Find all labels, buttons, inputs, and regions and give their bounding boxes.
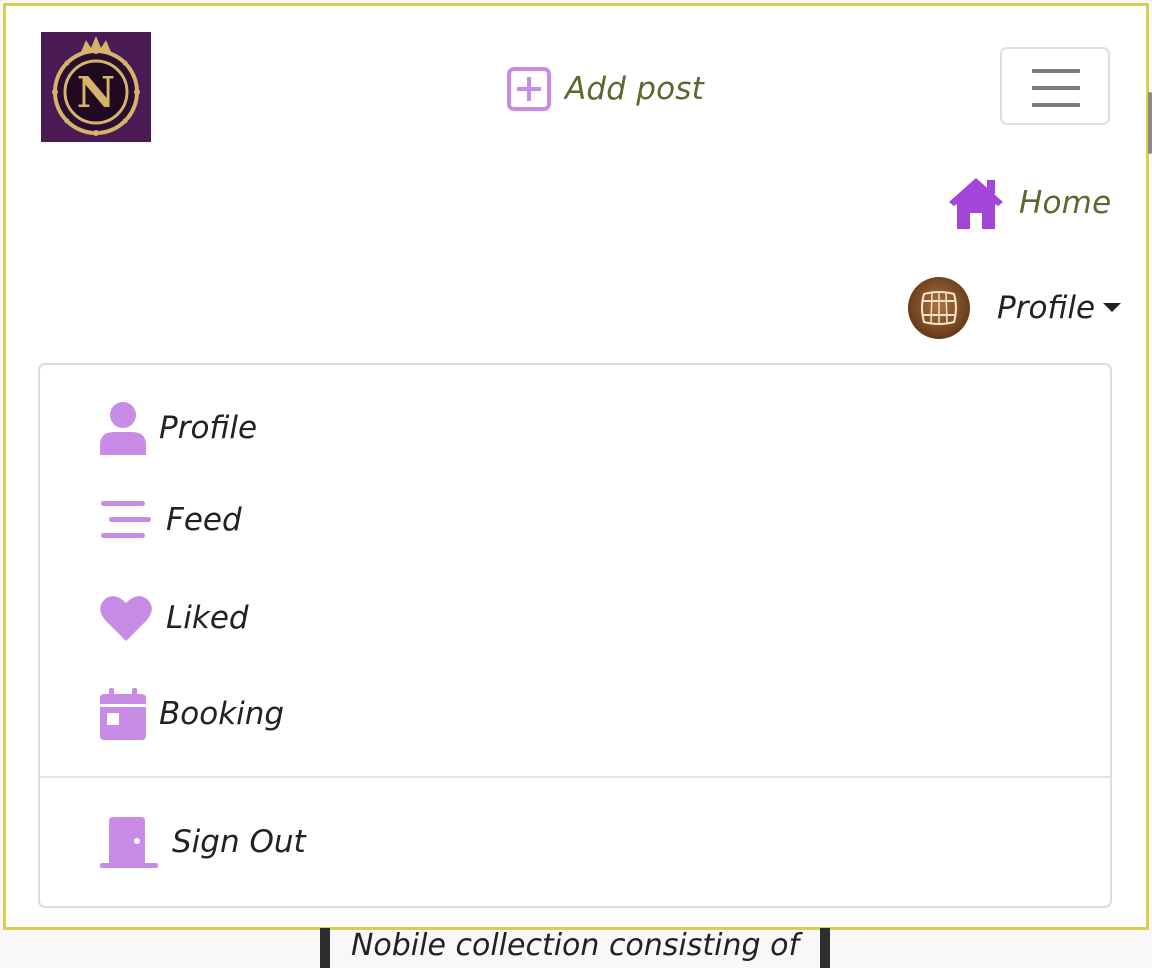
- barrel-icon: [908, 277, 970, 339]
- caret-down-icon: [1103, 302, 1122, 312]
- plus-square-icon: [507, 67, 551, 111]
- post-preview-text: Nobile collection consisting of: [350, 928, 800, 963]
- home-link[interactable]: Home: [947, 177, 1111, 229]
- home-icon: [949, 178, 1003, 229]
- scrollbar-thumb[interactable]: [1148, 92, 1152, 154]
- profile-dropdown-menu: Profile Feed Liked Booking Sign Out: [38, 363, 1112, 908]
- dropdown-item-label: Sign Out: [172, 824, 306, 860]
- heart-icon: [100, 596, 152, 641]
- dropdown-divider: [40, 776, 1110, 778]
- navbar-toggler-button[interactable]: [1000, 47, 1110, 125]
- profile-toggle-label: Profile: [997, 290, 1096, 326]
- door-icon: [100, 817, 158, 868]
- dropdown-item-label: Booking: [159, 696, 285, 732]
- dropdown-item-label: Feed: [166, 502, 242, 538]
- dropdown-item-label: Profile: [159, 410, 258, 446]
- dropdown-item-liked[interactable]: Liked: [100, 595, 249, 641]
- svg-text:N: N: [77, 68, 115, 117]
- add-post-label: Add post: [565, 71, 704, 107]
- dropdown-item-profile[interactable]: Profile: [100, 401, 257, 455]
- dropdown-item-feed[interactable]: Feed: [100, 500, 242, 540]
- dropdown-item-label: Liked: [166, 600, 249, 636]
- brand-logo[interactable]: N: [41, 32, 151, 142]
- user-icon: [100, 402, 146, 455]
- avatar: [908, 277, 970, 339]
- profile-dropdown-toggle[interactable]: Profile: [908, 277, 1122, 339]
- feed-lines-icon: [101, 501, 151, 538]
- dropdown-item-booking[interactable]: Booking: [100, 688, 284, 740]
- post-preview: Nobile collection consisting of: [320, 928, 830, 968]
- calendar-icon: [100, 688, 146, 740]
- dropdown-item-sign-out[interactable]: Sign Out: [100, 816, 306, 868]
- home-label: Home: [1019, 185, 1112, 221]
- add-post-link[interactable]: Add post: [506, 64, 704, 114]
- navbar: N Add post Home Profile Profile Feed Lik…: [3, 3, 1149, 930]
- crown-crest-logo-icon: N: [41, 32, 151, 142]
